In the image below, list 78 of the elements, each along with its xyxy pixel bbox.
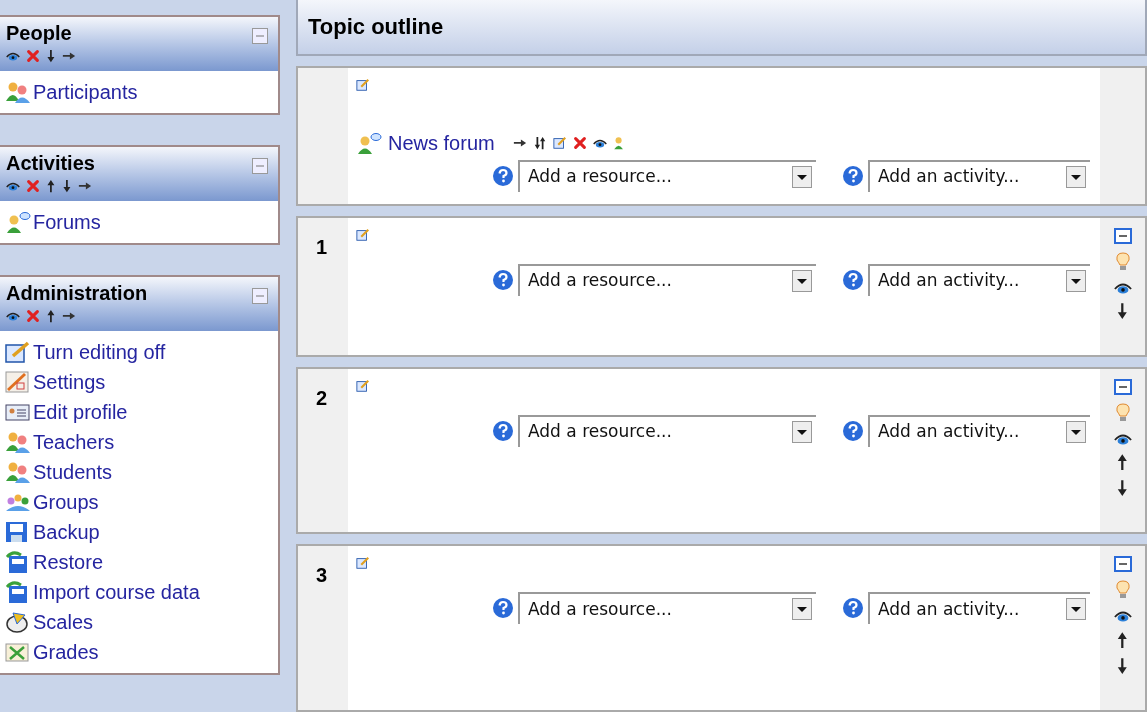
- edit-icon[interactable]: [552, 135, 567, 150]
- grades-icon: [5, 641, 31, 663]
- section-number: 2: [316, 386, 328, 409]
- sidebar-link[interactable]: Backup: [33, 517, 100, 547]
- dropdown-select[interactable]: Add a resource...: [518, 592, 816, 625]
- sidebar-link[interactable]: Restore: [33, 547, 104, 577]
- block-title: Activities: [6, 151, 96, 176]
- help-icon[interactable]: [492, 597, 514, 620]
- right-arrow-icon[interactable]: [512, 138, 527, 148]
- dropdown-select[interactable]: Add an activity...: [868, 263, 1090, 296]
- section-number: 3: [316, 564, 328, 587]
- edit-icon[interactable]: [356, 378, 370, 393]
- eye-icon[interactable]: [6, 50, 20, 62]
- collapse-icon[interactable]: [1113, 556, 1132, 573]
- sidebar-link[interactable]: Teachers: [33, 427, 115, 457]
- dropdown-select[interactable]: Add an activity...: [868, 414, 1090, 447]
- sidebar-link[interactable]: Students: [33, 457, 112, 487]
- sidebar-link[interactable]: Groups: [33, 487, 99, 517]
- forum-icon: [5, 211, 31, 233]
- up-down-arrows-icon[interactable]: [532, 135, 547, 150]
- forum-link[interactable]: News forum: [388, 127, 495, 158]
- delete-icon[interactable]: [26, 309, 40, 323]
- down-arrow-icon[interactable]: [1116, 656, 1129, 675]
- edit-icon: [5, 341, 31, 363]
- dropdown-select[interactable]: Add a resource...: [518, 159, 816, 192]
- help-icon[interactable]: [842, 268, 864, 291]
- help-icon[interactable]: [492, 419, 514, 442]
- sidebar-link[interactable]: Edit profile: [33, 397, 128, 427]
- pie-icon: [5, 611, 31, 633]
- up-arrow-icon[interactable]: [1116, 452, 1129, 471]
- eye-icon[interactable]: [6, 180, 20, 192]
- sidebar-link[interactable]: Scales: [33, 607, 94, 637]
- help-icon[interactable]: [492, 164, 514, 187]
- dropdown-select[interactable]: Add a resource...: [518, 414, 816, 447]
- sidebar-link[interactable]: Turn editing off: [33, 337, 166, 367]
- delete-icon[interactable]: [26, 179, 40, 193]
- up-arrow-icon[interactable]: [1116, 630, 1129, 649]
- person-icon[interactable]: [612, 135, 624, 150]
- eye-icon[interactable]: [592, 137, 607, 149]
- delete-icon[interactable]: [572, 135, 587, 150]
- edit-icon[interactable]: [356, 77, 370, 92]
- down-arrow-icon[interactable]: [1116, 478, 1129, 497]
- block-title: Administration: [6, 281, 149, 306]
- down-arrow-icon[interactable]: [46, 49, 56, 63]
- up-arrow-icon[interactable]: [46, 309, 56, 323]
- people-icon: [5, 431, 31, 453]
- right-arrow-icon[interactable]: [61, 51, 76, 61]
- dropdown-select[interactable]: Add a resource...: [518, 263, 816, 296]
- delete-icon[interactable]: [26, 49, 40, 63]
- people-icon: [5, 81, 31, 103]
- down-arrow-icon[interactable]: [61, 179, 72, 193]
- section-number: 1: [316, 235, 328, 258]
- help-icon[interactable]: [492, 268, 514, 291]
- help-icon[interactable]: [842, 164, 864, 187]
- dropdown-select[interactable]: Add an activity...: [868, 159, 1090, 192]
- right-arrow-icon[interactable]: [77, 181, 92, 191]
- collapse-icon[interactable]: [1113, 227, 1132, 244]
- sidebar-link[interactable]: Grades: [33, 637, 99, 667]
- page-heading: Topic outline: [308, 13, 444, 42]
- people-icon: [5, 461, 31, 483]
- right-arrow-icon[interactable]: [61, 311, 76, 321]
- sidebar-link[interactable]: Settings: [33, 367, 106, 397]
- settings-icon: [5, 371, 31, 393]
- forum-icon: [356, 131, 382, 154]
- help-icon[interactable]: [842, 419, 864, 442]
- help-icon[interactable]: [842, 597, 864, 620]
- block-title: People: [6, 21, 73, 46]
- sidebar-link[interactable]: Forums: [33, 207, 101, 237]
- dropdown-select[interactable]: Add an activity...: [868, 592, 1090, 625]
- profile-card-icon: [5, 401, 31, 423]
- sidebar-link[interactable]: Import course data: [33, 577, 200, 607]
- up-arrow-icon[interactable]: [46, 179, 56, 193]
- sidebar-link[interactable]: Participants: [33, 77, 138, 107]
- edit-icon[interactable]: [356, 227, 370, 242]
- down-arrow-icon[interactable]: [1116, 302, 1129, 321]
- eye-icon[interactable]: [6, 310, 20, 322]
- collapse-icon[interactable]: [1113, 378, 1132, 395]
- edit-icon[interactable]: [356, 556, 370, 571]
